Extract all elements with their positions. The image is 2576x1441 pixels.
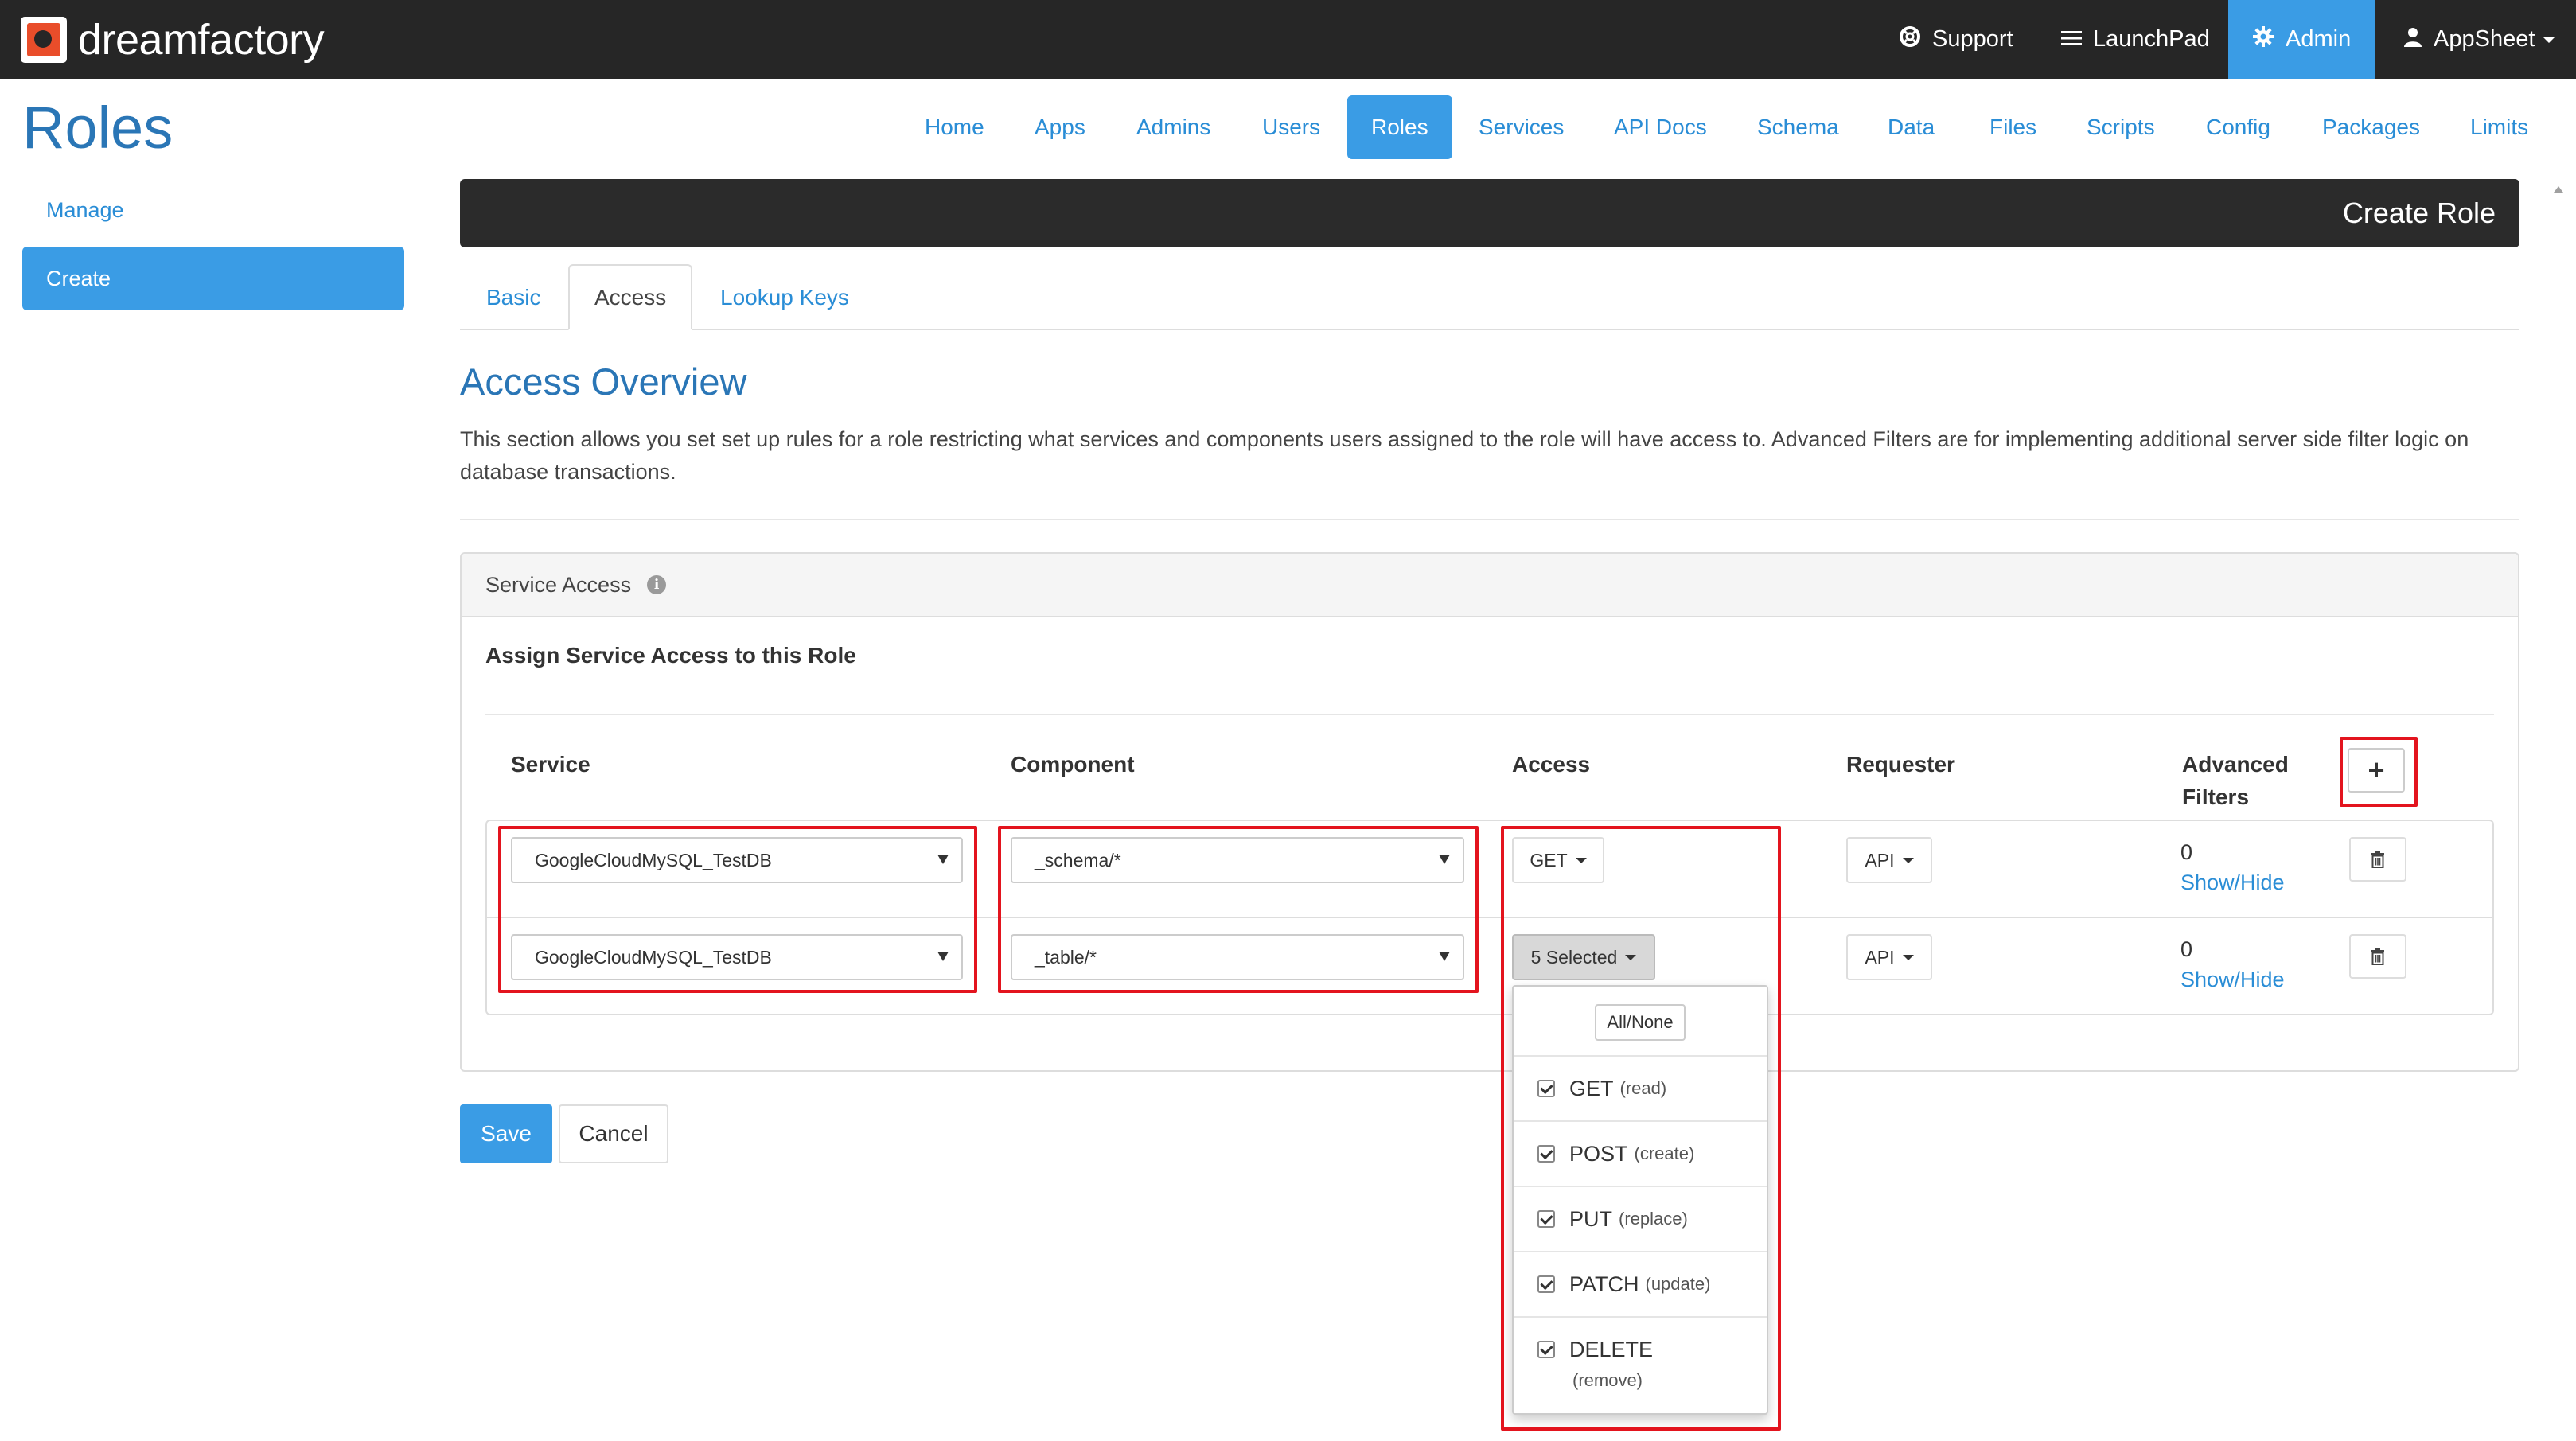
support-label: Support	[1932, 26, 2013, 52]
save-button[interactable]: Save	[460, 1104, 552, 1163]
column-header-access: Access	[1512, 752, 1591, 777]
cancel-button[interactable]: Cancel	[559, 1104, 668, 1163]
column-header-requester: Requester	[1846, 752, 1955, 777]
tab-basic[interactable]: Basic	[462, 264, 565, 330]
service-access-panel-header: Service Access i	[462, 554, 2518, 617]
subnav-users[interactable]: Users	[1238, 95, 1344, 159]
subnav-limits[interactable]: Limits	[2446, 95, 2552, 159]
create-role-title: Create Role	[2342, 197, 2496, 229]
subnav-files[interactable]: Files	[1966, 95, 2060, 159]
support-link[interactable]: Support	[1899, 0, 2013, 79]
assign-access-subtitle: Assign Service Access to this Role	[485, 643, 856, 668]
filter-count-row-2: 0	[2180, 937, 2193, 961]
filter-toggle-row-2[interactable]: Show/Hide	[2180, 968, 2285, 992]
gear-icon	[2252, 25, 2274, 53]
user-menu[interactable]: AppSheet	[2403, 0, 2556, 79]
delete-row-2-button[interactable]	[2349, 934, 2406, 979]
sidebar-item-manage[interactable]: Manage	[22, 188, 404, 232]
lifebuoy-icon	[1899, 25, 1921, 53]
subnav-api-docs[interactable]: API Docs	[1590, 95, 1731, 159]
brand-logo[interactable]: dreamfactory	[21, 16, 325, 64]
requester-dropdown-row-1[interactable]: API	[1846, 837, 1932, 883]
subnav-schema[interactable]: Schema	[1733, 95, 1863, 159]
filter-toggle-row-1[interactable]: Show/Hide	[2180, 870, 2285, 895]
brand-name: dreamfactory	[78, 16, 325, 64]
section-divider	[460, 519, 2519, 520]
admin-link[interactable]: Admin	[2228, 0, 2375, 79]
dreamfactory-logo-icon	[21, 17, 67, 63]
user-label: AppSheet	[2434, 26, 2535, 52]
info-icon[interactable]: i	[647, 575, 667, 594]
service-access-title: Service Access	[485, 572, 632, 597]
subnav-roles[interactable]: Roles	[1347, 95, 1452, 159]
requester-value: API	[1865, 849, 1895, 870]
menu-lines-icon	[2061, 27, 2082, 53]
highlight-component-column	[998, 826, 1479, 993]
subnav-home[interactable]: Home	[901, 95, 1008, 159]
highlight-access-column	[1501, 826, 1781, 1431]
create-role-header: Create Role	[460, 179, 2519, 247]
highlight-add-button	[2340, 737, 2418, 807]
chevron-down-icon	[1902, 857, 1914, 863]
admin-label: Admin	[2286, 26, 2352, 52]
subnav-data[interactable]: Data	[1864, 95, 1958, 159]
requester-value: API	[1865, 946, 1895, 968]
sidebar-item-create[interactable]: Create	[22, 247, 404, 310]
requester-dropdown-row-2[interactable]: API	[1846, 934, 1932, 980]
delete-row-1-button[interactable]	[2349, 837, 2406, 882]
chevron-down-icon	[1902, 954, 1914, 960]
column-header-advanced-filters: Advanced Filters	[2182, 752, 2289, 809]
tab-lookup-keys[interactable]: Lookup Keys	[696, 264, 874, 330]
subnav-packages[interactable]: Packages	[2298, 95, 2444, 159]
chevron-down-icon	[2543, 36, 2556, 43]
subnav-scripts[interactable]: Scripts	[2063, 95, 2179, 159]
filter-count-row-1: 0	[2180, 840, 2193, 864]
column-header-component: Component	[1011, 752, 1135, 777]
access-overview-description: This section allows you set set up rules…	[460, 427, 2469, 484]
trash-icon	[2371, 948, 2384, 965]
panel-divider	[485, 714, 2494, 715]
page-title: Roles	[22, 95, 173, 161]
column-header-service: Service	[511, 752, 590, 777]
subnav-apps[interactable]: Apps	[1011, 95, 1109, 159]
launchpad-label: LaunchPad	[2093, 26, 2210, 52]
tab-access[interactable]: Access	[568, 264, 693, 330]
subnav-services[interactable]: Services	[1455, 95, 1588, 159]
access-overview-title: Access Overview	[460, 360, 747, 403]
subnav-admins[interactable]: Admins	[1113, 95, 1234, 159]
launchpad-link[interactable]: LaunchPad	[2061, 0, 2210, 79]
trash-icon	[2371, 851, 2384, 868]
highlight-service-column	[498, 826, 977, 993]
scroll-up-arrow-icon[interactable]	[2554, 186, 2563, 193]
page-scrollbar[interactable]	[2551, 181, 2566, 1441]
subnav-config[interactable]: Config	[2182, 95, 2294, 159]
user-icon	[2403, 26, 2422, 53]
